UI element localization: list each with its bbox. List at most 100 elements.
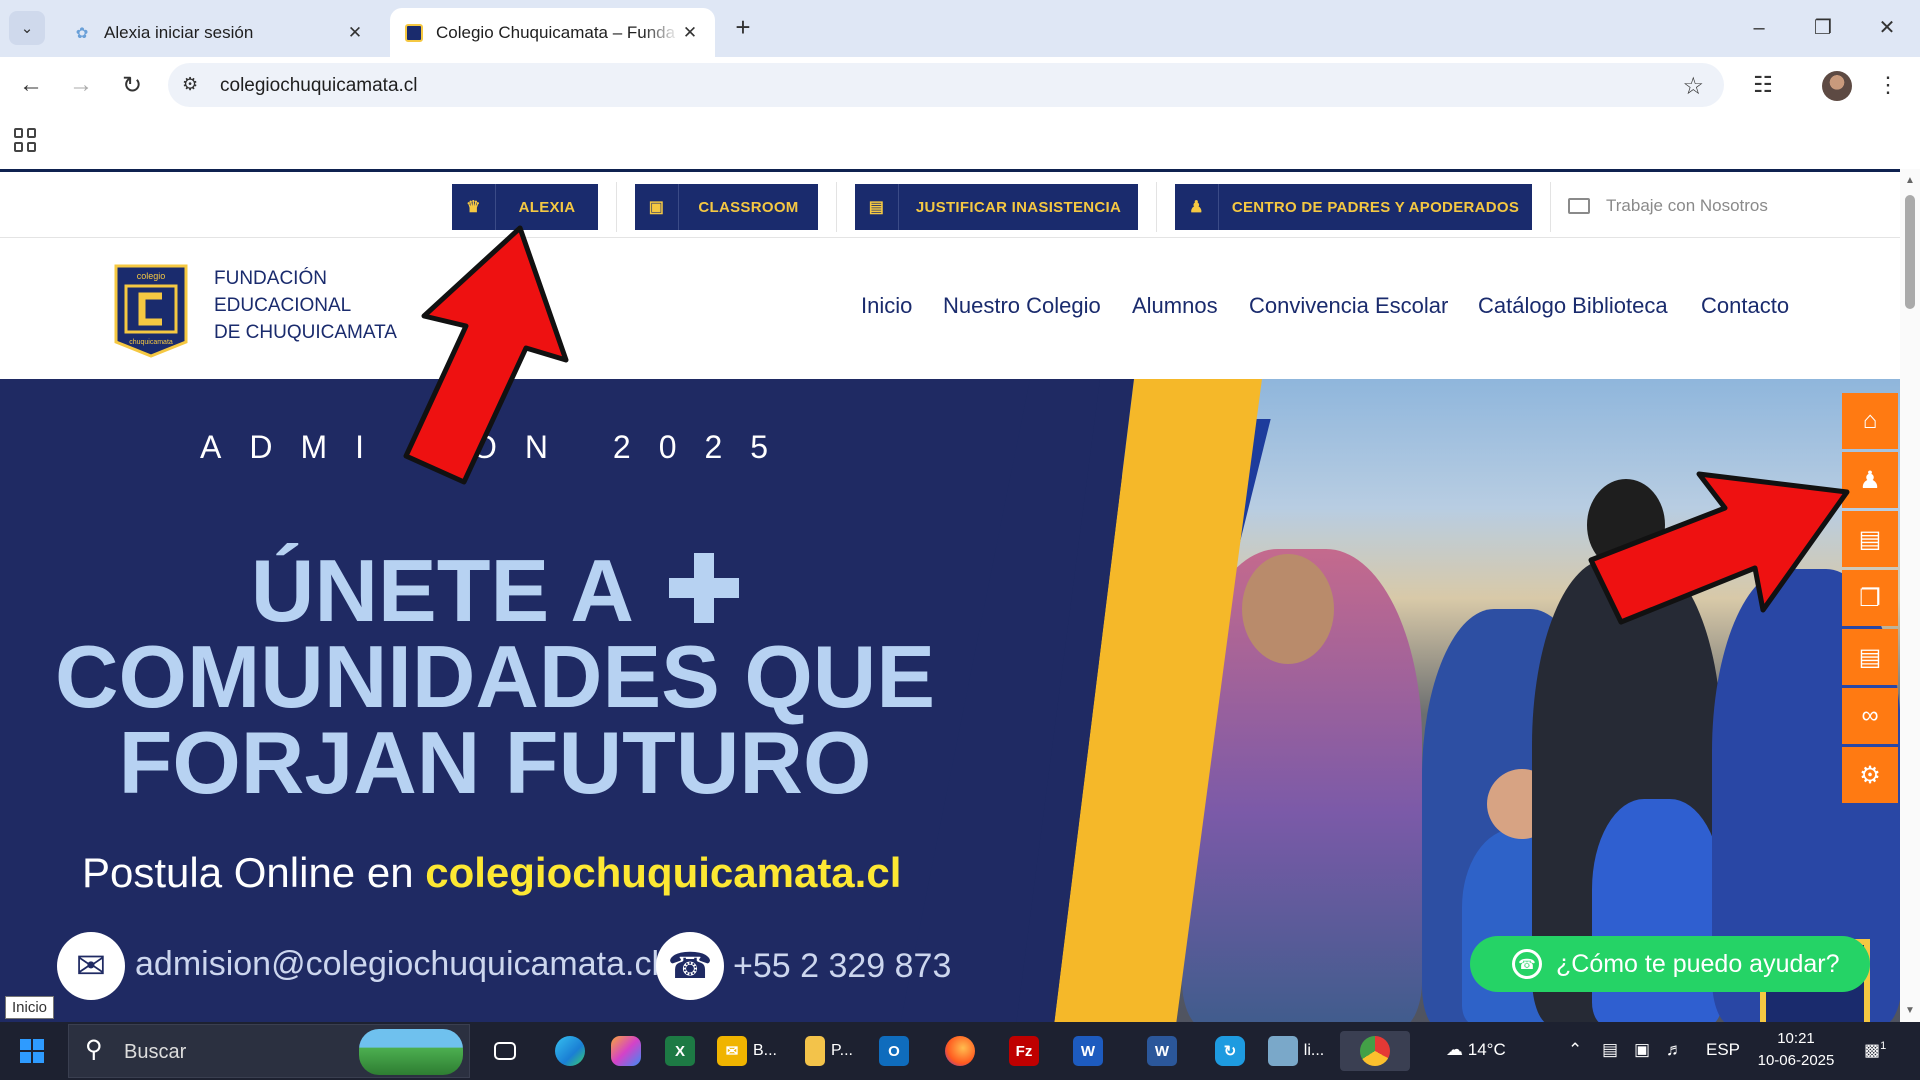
sync-app-icon[interactable]: ↻ [1210,1031,1250,1071]
address-bar[interactable]: ⚙ colegiochuquicamata.cl ☆ [168,63,1724,107]
profile-avatar[interactable] [1822,71,1852,101]
headline-line-1: ÚNETE A [0,547,990,635]
excel-icon[interactable]: X [660,1031,700,1071]
back-icon[interactable]: ← [11,65,51,105]
headline-line-2: COMUNIDADES QUE [54,627,936,726]
clock[interactable]: 10:21 10-06-2025 [1756,1028,1836,1072]
phone-icon: ☎ [656,932,724,1000]
scroll-down-icon[interactable]: ▼ [1904,1005,1916,1016]
edge-icon[interactable] [550,1031,590,1071]
document-icon: ▤ [855,184,899,230]
taskbar-search[interactable]: ⚲ Buscar [68,1024,470,1078]
weather-widget[interactable]: ☁ 14°C [1446,1040,1506,1060]
trabaje-label: Trabaje con Nosotros [1606,196,1768,215]
search-icon: ⚲ [85,1036,103,1063]
scroll-thumb[interactable] [1905,195,1915,309]
side-save-icon-2[interactable]: ▤ [1842,629,1898,685]
classroom-button[interactable]: ▣ CLASSROOM [635,184,818,230]
page-scrollbar[interactable]: ▲ ▼ [1900,169,1920,1022]
divider [1156,182,1157,232]
tab-search-button[interactable]: ⌄ [9,11,45,45]
close-tab-icon[interactable]: ✕ [344,23,366,43]
extensions-icon[interactable]: ☷ [1745,67,1781,103]
svg-text:colegio: colegio [137,271,166,281]
menu-convivencia-escolar[interactable]: Convivencia Escolar [1249,293,1448,319]
tray-volume-icon[interactable]: ♬ [1666,1040,1683,1060]
tab-title: Colegio Chuquicamata – Funda [436,22,676,42]
divider [836,182,837,232]
postula-site-link[interactable]: colegiochuquicamata.cl [425,849,901,896]
chevron-down-icon: ⌄ [20,20,34,37]
filezilla-icon[interactable]: Fz [1004,1031,1044,1071]
windows-start-icon[interactable] [20,1039,44,1063]
restore-icon[interactable]: ❐ [1800,10,1846,46]
menu-contacto[interactable]: Contacto [1701,293,1789,319]
word-icon-2[interactable]: W [1142,1031,1182,1071]
site-info-icon[interactable]: ⚙ [182,74,198,95]
firefox-icon[interactable] [940,1031,980,1071]
apps-grid-icon[interactable] [14,128,38,152]
outlook-icon[interactable]: O [874,1031,914,1071]
chrome-icon[interactable] [1340,1031,1410,1071]
justificar-inasistencia-button[interactable]: ▤ JUSTIFICAR INASISTENCIA [855,184,1138,230]
divider [616,182,617,232]
menu-kebab-icon[interactable]: ⋮ [1870,67,1906,103]
side-home-icon[interactable]: ⌂ [1842,393,1898,449]
reload-icon[interactable]: ↻ [112,65,152,105]
headline-line-3: FORJAN FUTURO [118,713,872,812]
close-window-icon[interactable]: ✕ [1864,10,1910,46]
school-logo[interactable]: colegio chuquicamata [114,264,188,358]
whatsapp-label: ¿Cómo te puedo ayudar? [1556,949,1840,978]
taskbar-app-p[interactable]: P... [796,1031,862,1071]
taskbar-app-li[interactable]: li... [1264,1031,1328,1071]
url-text[interactable]: colegiochuquicamata.cl [220,75,418,97]
tray-chevron-icon[interactable]: ⌃ [1568,1040,1582,1060]
scroll-up-icon[interactable]: ▲ [1904,175,1916,186]
alexia-label: ALEXIA [518,198,576,216]
whatsapp-chat-button[interactable]: ☎ ¿Cómo te puedo ayudar? [1470,936,1870,992]
justificar-label: JUSTIFICAR INASISTENCIA [915,198,1122,216]
search-label: Buscar [124,1041,187,1063]
plus-icon [669,553,740,623]
side-link-icon[interactable]: ∞ [1842,688,1898,744]
bookmark-star-icon[interactable]: ☆ [1682,72,1704,101]
alexia-favicon-icon: ✿ [75,24,89,42]
copilot-icon[interactable] [606,1031,646,1071]
bookmarks-bar [0,113,1920,169]
red-arrow-annotation [403,225,569,485]
users-icon: ♟ [1175,184,1219,230]
tray-network-icon[interactable]: ▤ [1602,1040,1618,1060]
envelope-icon: ✉ [57,932,125,1000]
classroom-label: CLASSROOM [698,198,799,216]
taskbar-app-b[interactable]: ✉ B... [712,1031,782,1071]
language-indicator[interactable]: ESP [1706,1040,1740,1060]
word-icon[interactable]: W [1068,1031,1108,1071]
centro-padres-button[interactable]: ♟ CENTRO DE PADRES Y APODERADOS [1175,184,1532,230]
search-highlight-image [359,1029,463,1075]
admission-email: admision@colegiochuquicamata.cl [135,945,660,983]
trabaje-con-nosotros-link[interactable]: Trabaje con Nosotros [1568,196,1768,216]
menu-inicio[interactable]: Inicio [861,293,912,319]
id-card-icon [1568,198,1590,214]
side-gear-icon[interactable]: ⚙ [1842,747,1898,803]
forward-icon[interactable]: → [61,65,101,105]
divider [1550,182,1551,232]
browser-toolbar: ← → ↻ ⚙ colegiochuquicamata.cl ☆ ☷ ⋮ [0,57,1920,113]
new-tab-icon[interactable]: + [728,13,758,43]
postula-online-text: Postula Online en colegiochuquicamata.cl [82,849,902,896]
menu-alumnos[interactable]: Alumnos [1132,293,1218,319]
menu-catalogo-biblioteca[interactable]: Catálogo Biblioteca [1478,293,1668,319]
whatsapp-icon: ☎ [1512,949,1542,979]
menu-nuestro-colegio[interactable]: Nuestro Colegio [943,293,1101,319]
tab-alexia[interactable]: ✿ Alexia iniciar sesión ✕ [58,8,380,57]
site-header: colegio chuquicamata FUNDACIÓN EDUCACION… [0,239,1900,379]
minimize-icon[interactable]: – [1736,10,1782,46]
tray-display-icon[interactable]: ▣ [1634,1040,1650,1060]
site-top-bar: ♛ ALEXIA ▣ CLASSROOM ▤ JUSTIFICAR INASIS… [0,172,1900,238]
book-icon: ▣ [635,184,679,230]
tab-colegio[interactable]: Colegio Chuquicamata – Funda ✕ [390,8,715,57]
close-tab-icon[interactable]: ✕ [679,23,701,43]
task-view-icon[interactable] [488,1031,522,1071]
centro-padres-label: CENTRO DE PADRES Y APODERADOS [1231,198,1520,216]
notifications-icon[interactable]: ▩1 [1864,1040,1886,1061]
